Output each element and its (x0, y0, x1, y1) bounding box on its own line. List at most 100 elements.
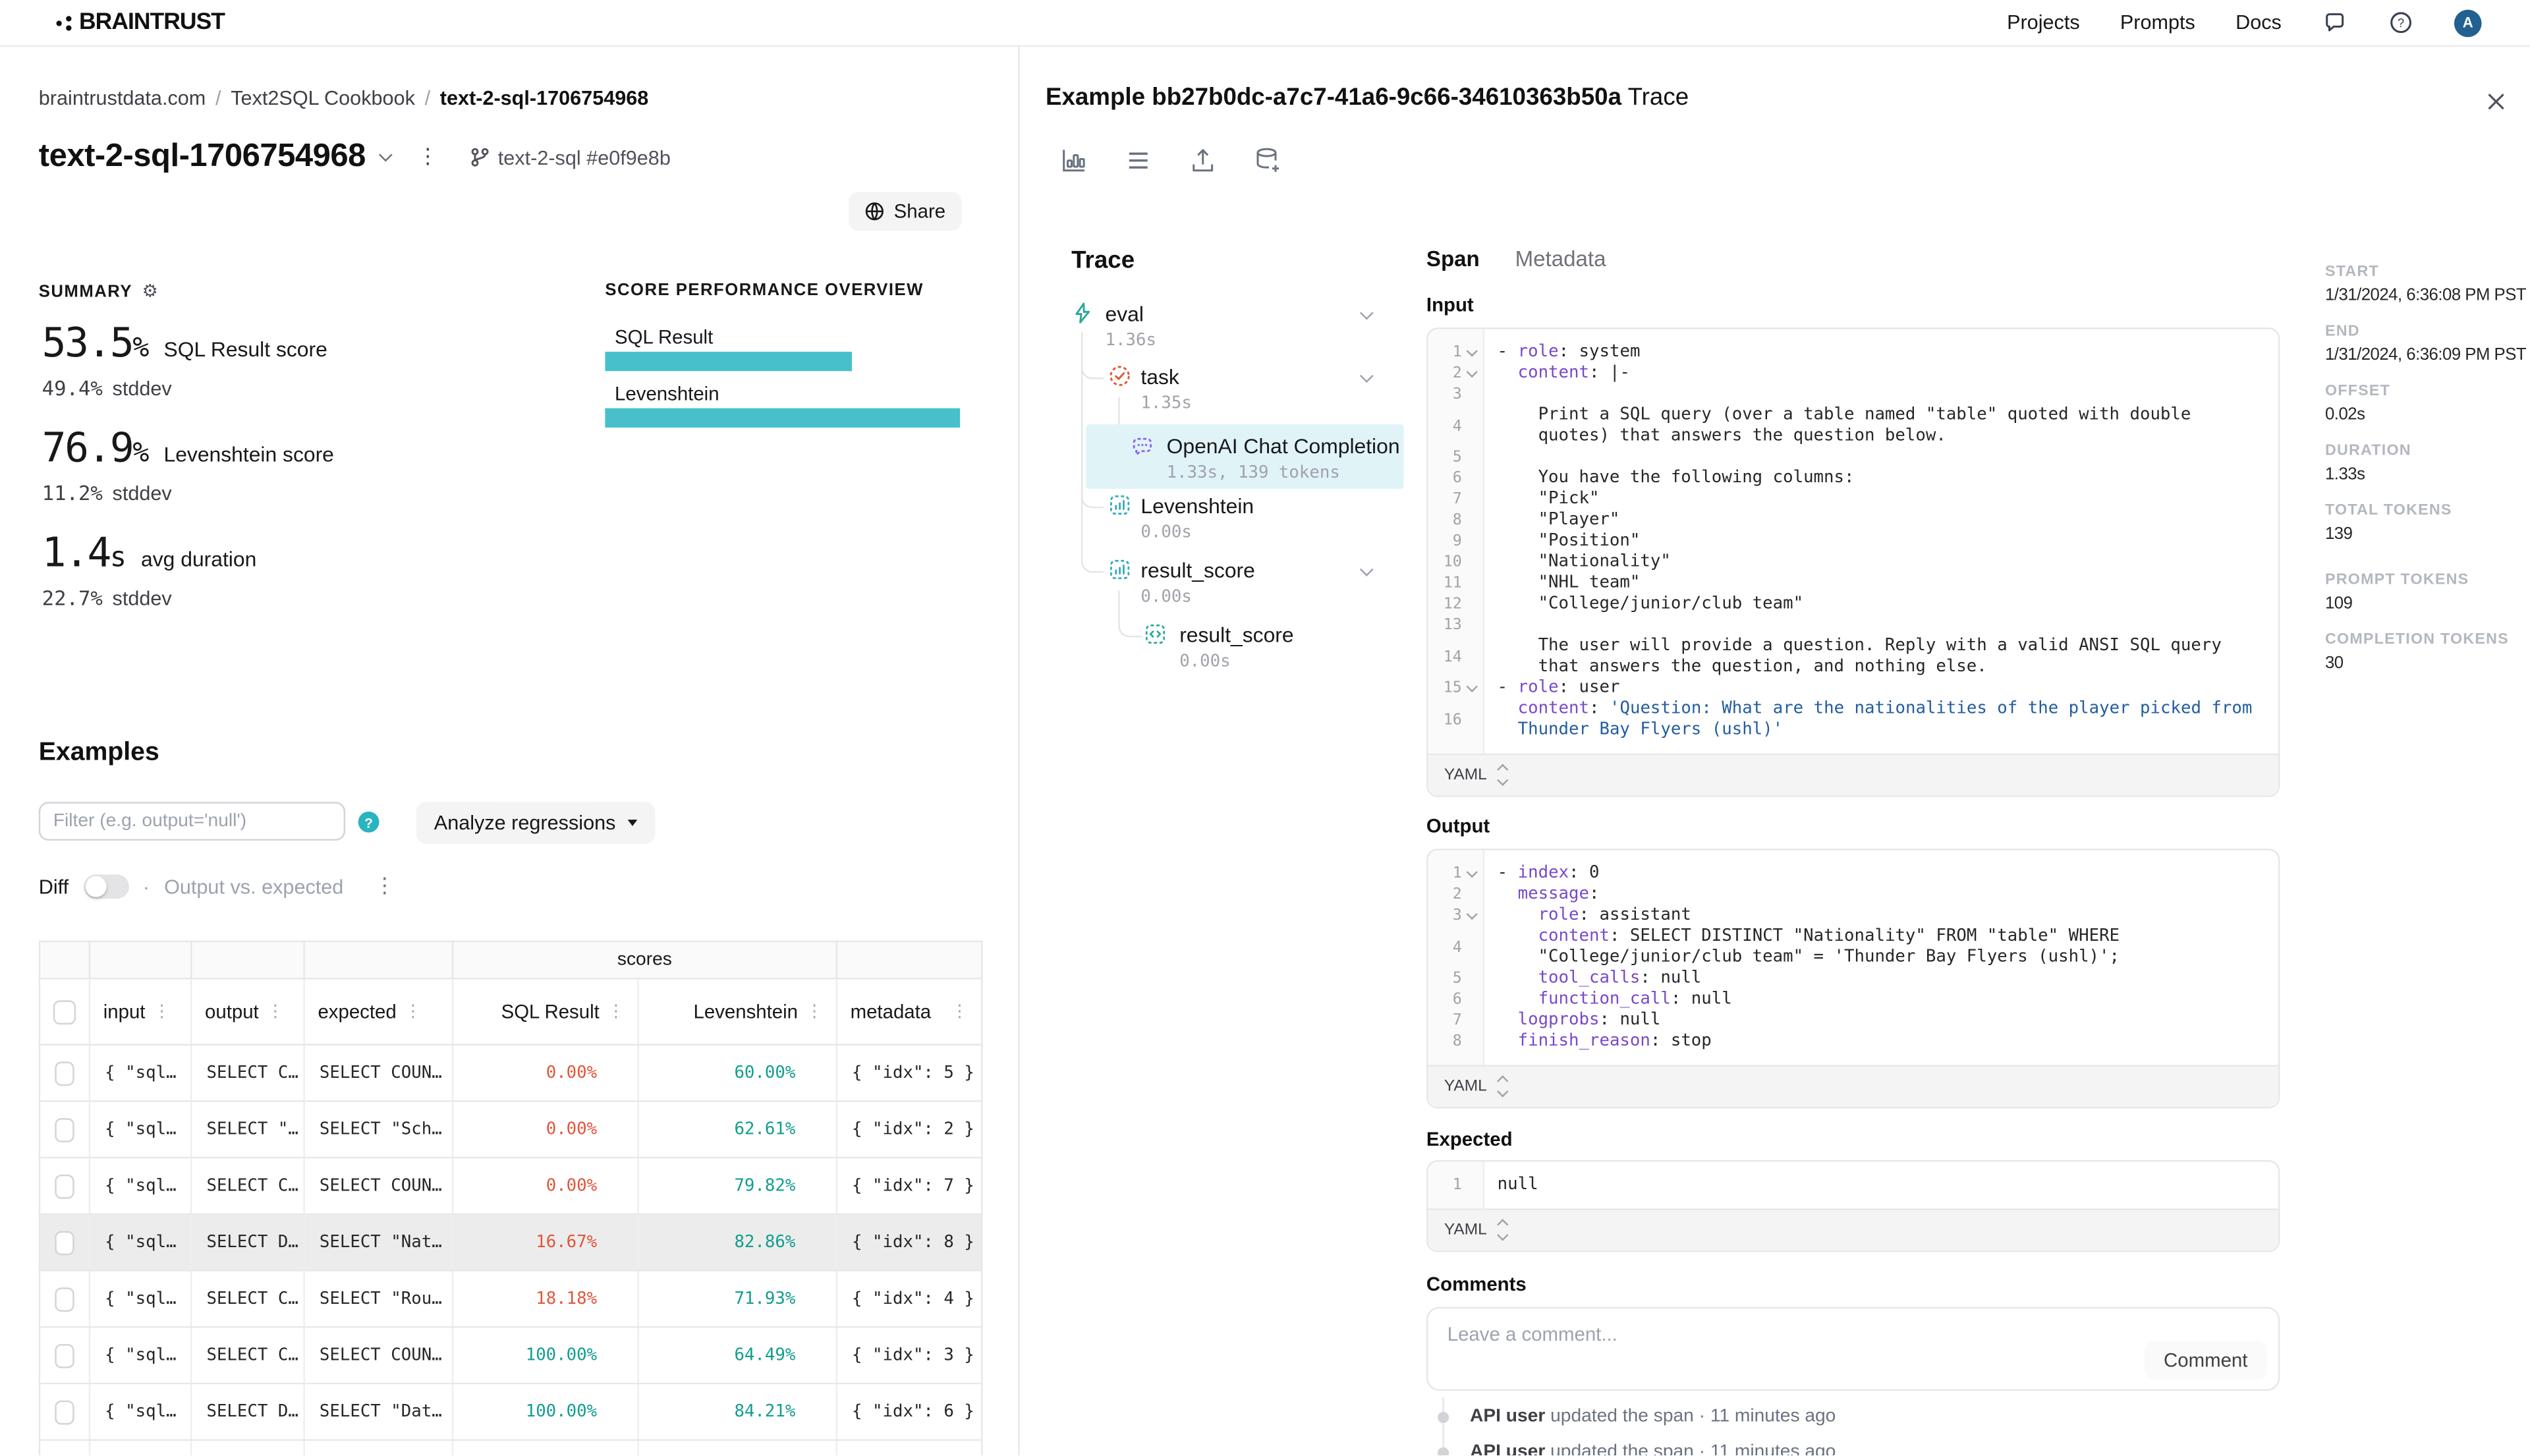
yaml-format-label[interactable]: YAML (1444, 1078, 1487, 1096)
close-icon[interactable] (2487, 92, 2506, 111)
tree-item-task[interactable]: task (1140, 364, 1179, 389)
title-chevron-down-icon[interactable] (378, 147, 392, 161)
tab-metadata[interactable]: Metadata (1515, 247, 1606, 271)
cell-sql-result-score[interactable]: 100.00% (453, 1328, 639, 1383)
output-code-body[interactable]: 1- index: 02message:3role: assistant4con… (1428, 851, 2278, 1065)
cell-metadata[interactable]: { "idx": 3 } (837, 1328, 981, 1383)
tree-item-result-score[interactable]: result_score (1140, 558, 1254, 582)
list-view-icon[interactable] (1123, 145, 1154, 176)
column-kebab-icon[interactable]: ⋮ (607, 1002, 625, 1021)
comment-input[interactable] (1444, 1320, 2064, 1374)
cell-output[interactable]: SELECT C… (192, 1272, 304, 1326)
cell-expected[interactable]: SELECT COUN… (305, 1328, 453, 1383)
cell-output[interactable]: SELECT C… (192, 1441, 304, 1455)
table-row[interactable]: { "sql…SELECT C…SELECT COUN…100.00%84.47… (40, 1441, 981, 1455)
cell-input[interactable]: { "sql… (90, 1215, 192, 1270)
column-header-sql-result[interactable]: SQL Result⋮ (453, 980, 639, 1044)
fold-chevron-icon[interactable] (1462, 914, 1483, 918)
cell-output[interactable]: SELECT D… (192, 1384, 304, 1439)
cell-input[interactable]: { "sql… (90, 1102, 192, 1157)
user-avatar[interactable]: A (2454, 9, 2482, 36)
table-row[interactable]: { "sql…SELECT D…SELECT "Nat…16.67%82.86%… (40, 1215, 981, 1272)
cell-levenshtein-score[interactable]: 84.21% (639, 1384, 837, 1439)
cell-levenshtein-score[interactable]: 71.93% (639, 1272, 837, 1326)
yaml-format-label[interactable]: YAML (1444, 766, 1487, 784)
cell-input[interactable]: { "sql… (90, 1158, 192, 1213)
tree-item-result-score-nested[interactable]: result_score (1179, 623, 1293, 647)
expected-code-body[interactable]: 1null (1428, 1162, 2278, 1208)
experiment-chip[interactable]: text-2-sql #e0f9e8b (469, 146, 671, 169)
cell-metadata[interactable]: { "idx": 7 } (837, 1158, 981, 1213)
cell-levenshtein-score[interactable]: 84.47% (639, 1441, 837, 1455)
column-header-output[interactable]: output⋮ (192, 980, 304, 1044)
tree-item-eval[interactable]: eval (1106, 302, 1144, 326)
tab-span[interactable]: Span (1426, 247, 1480, 271)
filter-help-icon[interactable]: ? (358, 812, 380, 833)
table-row[interactable]: { "sql…SELECT "…SELECT "Sch…0.00%62.61%{… (40, 1102, 981, 1159)
format-switcher-icon[interactable] (1498, 767, 1505, 783)
table-row[interactable]: { "sql…SELECT C…SELECT "Rou…18.18%71.93%… (40, 1272, 981, 1328)
eval-chevron-icon[interactable] (1360, 306, 1374, 320)
row-checkbox[interactable] (55, 1399, 74, 1424)
feedback-chat-icon[interactable] (2322, 10, 2347, 36)
row-checkbox[interactable] (55, 1117, 74, 1142)
row-checkbox[interactable] (55, 1061, 74, 1085)
summary-settings-gear-icon[interactable]: ⚙ (142, 281, 159, 302)
format-switcher-icon[interactable] (1498, 1222, 1505, 1239)
cell-output[interactable]: SELECT C… (192, 1046, 304, 1100)
column-header-metadata[interactable]: metadata⋮ (837, 980, 981, 1044)
cell-sql-result-score[interactable]: 100.00% (453, 1441, 639, 1455)
fold-chevron-icon[interactable] (1462, 872, 1483, 876)
cell-levenshtein-score[interactable]: 82.86% (639, 1215, 837, 1270)
cell-metadata[interactable]: { "idx": 4 } (837, 1272, 981, 1326)
column-kebab-icon[interactable]: ⋮ (154, 1002, 171, 1021)
export-icon[interactable] (1187, 145, 1218, 176)
cell-metadata[interactable]: { "idx": 8 } (837, 1215, 981, 1270)
row-checkbox[interactable] (55, 1174, 74, 1198)
cell-output[interactable]: SELECT C… (192, 1328, 304, 1383)
cell-input[interactable]: { "sql… (90, 1384, 192, 1439)
breadcrumb-project[interactable]: Text2SQL Cookbook (231, 87, 415, 109)
table-row[interactable]: { "sql…SELECT C…SELECT COUN…0.00%79.82%{… (40, 1158, 981, 1215)
cell-metadata[interactable]: { "idx": 5 } (837, 1046, 981, 1100)
cell-sql-result-score[interactable]: 100.00% (453, 1384, 639, 1439)
format-switcher-icon[interactable] (1498, 1078, 1505, 1095)
help-icon[interactable]: ? (2388, 10, 2413, 36)
cell-metadata[interactable]: { "idx": 9 } (837, 1441, 981, 1455)
cell-levenshtein-score[interactable]: 60.00% (639, 1046, 837, 1100)
filter-input[interactable] (39, 802, 345, 841)
cell-expected[interactable]: SELECT COUN… (305, 1158, 453, 1213)
nav-projects[interactable]: Projects (2007, 11, 2080, 34)
nav-prompts[interactable]: Prompts (2120, 11, 2195, 34)
input-code-body[interactable]: 1- role: system2content: |-34Print a SQL… (1428, 329, 2278, 754)
fold-chevron-icon[interactable] (1462, 686, 1483, 690)
fold-chevron-icon[interactable] (1462, 372, 1483, 376)
cell-output[interactable]: SELECT C… (192, 1158, 304, 1213)
column-kebab-icon[interactable]: ⋮ (405, 1002, 422, 1021)
cell-metadata[interactable]: { "idx": 2 } (837, 1102, 981, 1157)
tree-item-openai-chat-completion[interactable]: OpenAI Chat Completion (1167, 434, 1400, 459)
overview-bar-sql-result[interactable] (605, 352, 852, 371)
column-kebab-icon[interactable]: ⋮ (267, 1002, 284, 1021)
result-score-chevron-icon[interactable] (1360, 563, 1374, 576)
cell-input[interactable]: { "sql… (90, 1046, 192, 1100)
row-checkbox[interactable] (55, 1287, 74, 1311)
cell-metadata[interactable]: { "idx": 6 } (837, 1384, 981, 1439)
cell-levenshtein-score[interactable]: 64.49% (639, 1328, 837, 1383)
cell-expected[interactable]: SELECT "Sch… (305, 1102, 453, 1157)
diff-toggle[interactable] (83, 874, 128, 899)
table-row[interactable]: { "sql…SELECT D…SELECT "Dat…100.00%84.21… (40, 1384, 981, 1441)
comment-submit-button[interactable]: Comment (2145, 1341, 2267, 1380)
table-row[interactable]: { "sql…SELECT C…SELECT COUN…100.00%64.49… (40, 1328, 981, 1385)
cell-levenshtein-score[interactable]: 79.82% (639, 1158, 837, 1213)
cell-expected[interactable]: SELECT "Dat… (305, 1384, 453, 1439)
add-to-dataset-icon[interactable] (1252, 145, 1283, 176)
select-all-checkbox[interactable] (53, 999, 76, 1024)
cell-levenshtein-score[interactable]: 62.61% (639, 1102, 837, 1157)
analyze-regressions-button[interactable]: Analyze regressions (416, 802, 654, 844)
table-row[interactable]: { "sql…SELECT C…SELECT COUN…0.00%60.00%{… (40, 1046, 981, 1102)
cell-sql-result-score[interactable]: 0.00% (453, 1102, 639, 1157)
cell-sql-result-score[interactable]: 0.00% (453, 1158, 639, 1213)
column-header-expected[interactable]: expected⋮ (305, 980, 453, 1044)
cell-output[interactable]: SELECT "… (192, 1102, 304, 1157)
